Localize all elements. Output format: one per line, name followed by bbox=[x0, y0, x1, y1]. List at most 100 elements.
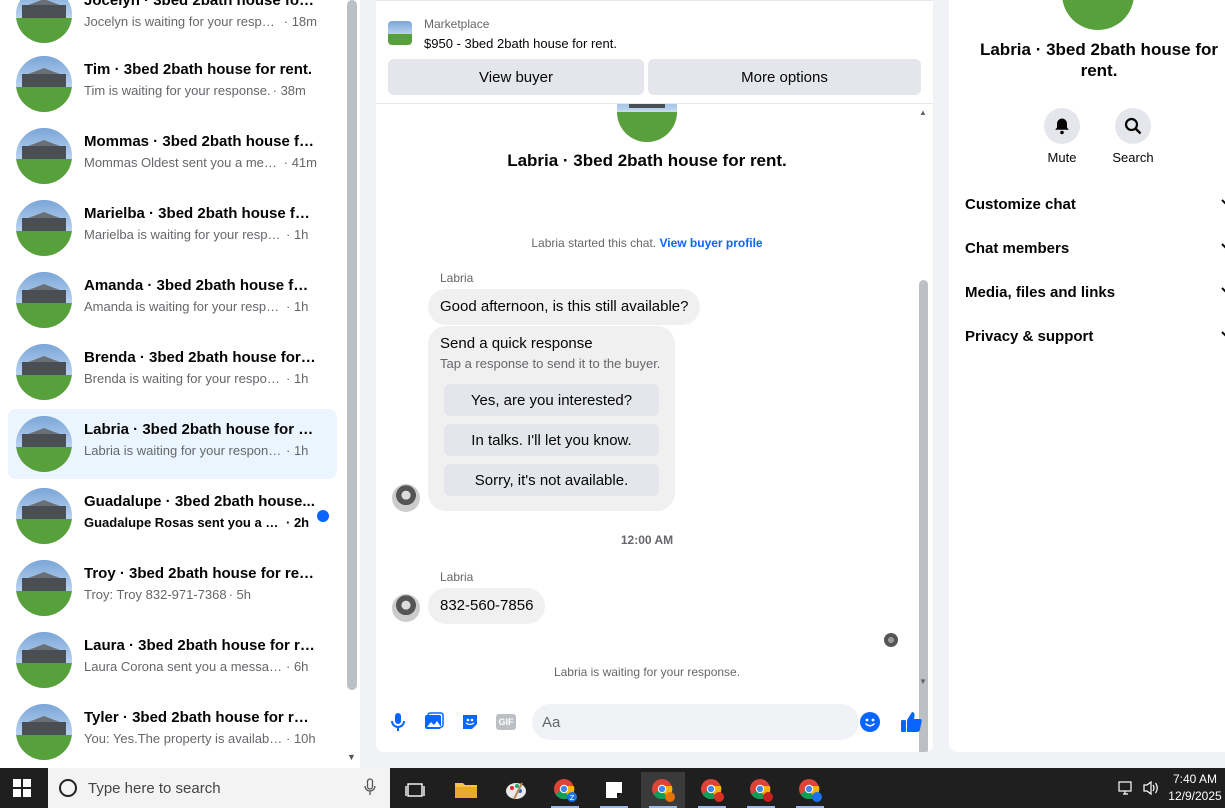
conversation-avatar bbox=[16, 632, 72, 688]
taskbar-search-box[interactable] bbox=[48, 768, 390, 808]
thumbs-up-icon[interactable] bbox=[899, 710, 923, 739]
conversation-time: · 18m bbox=[283, 14, 317, 29]
network-icon[interactable] bbox=[1118, 780, 1136, 801]
windows-taskbar: Z 7:40 AM 12/9/2025 bbox=[0, 768, 1225, 808]
photo-icon[interactable] bbox=[422, 710, 446, 734]
listing-title[interactable]: $950 - 3bed 2bath house for rent. bbox=[424, 36, 617, 51]
conversation-avatar bbox=[16, 0, 72, 43]
conversation-snippet: Jocelyn is waiting for your respon... bbox=[84, 14, 282, 29]
details-title: Labria · 3bed 2bath house for rent. bbox=[979, 40, 1219, 80]
listing-thumbnail[interactable] bbox=[388, 21, 412, 45]
conversation-time: · 1h bbox=[286, 299, 309, 314]
search-icon[interactable] bbox=[1115, 108, 1151, 144]
conversation-item[interactable]: Mommas · 3bed 2bath house fo... Mommas Ol… bbox=[8, 121, 337, 191]
conversation-item[interactable]: Troy · 3bed 2bath house for rent. Troy: T… bbox=[8, 553, 337, 623]
chat-header: Marketplace $950 - 3bed 2bath house for … bbox=[376, 0, 933, 104]
conversation-item[interactable]: Tim · 3bed 2bath house for rent. Tim is w… bbox=[8, 49, 337, 119]
scroll-down-arrow-icon[interactable]: ▼ bbox=[919, 677, 927, 686]
quick-response-not-available-button[interactable]: Sorry, it's not available. bbox=[444, 464, 659, 496]
conversation-time: · 5h bbox=[228, 587, 251, 602]
chat-started-notice: Labria started this chat. View buyer pro… bbox=[376, 236, 918, 250]
conversation-list: Jocelyn · 3bed 2bath house for r... Jocel… bbox=[0, 0, 360, 768]
conversation-avatar bbox=[16, 560, 72, 616]
media-files-links-section[interactable]: Media, files and links bbox=[965, 280, 1225, 304]
conversation-title: Brenda · 3bed 2bath house for r... bbox=[84, 349, 317, 366]
search-action[interactable]: Search bbox=[1103, 108, 1163, 165]
conversation-title: Jocelyn · 3bed 2bath house for r... bbox=[84, 0, 317, 9]
chevron-down-icon bbox=[1219, 239, 1225, 257]
gif-icon[interactable]: GIF bbox=[494, 710, 518, 734]
more-options-button[interactable]: More options bbox=[648, 59, 921, 95]
taskbar-search-input[interactable] bbox=[88, 778, 348, 798]
time-separator: 12:00 AM bbox=[620, 533, 674, 547]
chat-members-section[interactable]: Chat members bbox=[965, 236, 1225, 260]
conversation-title: Tim · 3bed 2bath house for rent. bbox=[84, 61, 313, 78]
scroll-down-arrow-icon[interactable]: ▼ bbox=[347, 752, 356, 762]
conversation-snippet: Tim is waiting for your response. bbox=[84, 83, 271, 98]
mute-action[interactable]: Mute bbox=[1032, 108, 1092, 165]
conversation-item[interactable]: Amanda · 3bed 2bath house for ... Amanda … bbox=[8, 265, 337, 335]
conversation-list-scrollbar[interactable] bbox=[347, 0, 357, 690]
conversation-time: · 1h bbox=[286, 443, 309, 458]
paint-app-icon[interactable] bbox=[494, 772, 538, 808]
windows-start-icon[interactable] bbox=[12, 778, 32, 798]
sender-avatar[interactable] bbox=[392, 594, 420, 622]
view-buyer-button[interactable]: View buyer bbox=[388, 59, 644, 95]
clock-time: 7:40 AM bbox=[1172, 772, 1218, 786]
chevron-down-icon bbox=[1219, 283, 1225, 301]
message-input[interactable] bbox=[532, 704, 859, 740]
search-label: Search bbox=[1112, 150, 1154, 165]
waiting-notice: Labria is waiting for your response. bbox=[553, 665, 741, 679]
conversation-item[interactable]: Laura · 3bed 2bath house for rent. Laura … bbox=[8, 625, 337, 695]
message-thread: Labria · 3bed 2bath house for rent. Labr… bbox=[376, 88, 933, 752]
chevron-down-icon bbox=[1219, 327, 1225, 345]
conversation-snippet: Troy: Troy 832-971-7368 bbox=[84, 587, 227, 602]
privacy-support-section[interactable]: Privacy & support bbox=[965, 324, 1225, 348]
unread-indicator bbox=[317, 510, 329, 522]
microphone-icon[interactable] bbox=[364, 778, 376, 801]
scroll-up-arrow-icon[interactable]: ▲ bbox=[919, 108, 927, 117]
conversation-title: Labria · 3bed 2bath house for re... bbox=[84, 421, 317, 438]
quick-response-in-talks-button[interactable]: In talks. I'll let you know. bbox=[444, 424, 659, 456]
view-buyer-profile-link[interactable]: View buyer profile bbox=[659, 236, 762, 250]
customize-chat-section[interactable]: Customize chat bbox=[965, 192, 1225, 216]
conversation-time: · 2h bbox=[286, 515, 310, 530]
conversation-item[interactable]: Jocelyn · 3bed 2bath house for r... Jocel… bbox=[8, 0, 337, 50]
microphone-icon[interactable] bbox=[386, 710, 410, 734]
chrome-profile-3-icon[interactable] bbox=[739, 772, 783, 808]
chat-started-text: Labria started this chat. bbox=[531, 236, 657, 250]
chat-title: Labria · 3bed 2bath house for rent. bbox=[507, 151, 787, 170]
conversation-avatar bbox=[16, 416, 72, 472]
emoji-icon[interactable] bbox=[860, 712, 880, 732]
chrome-profile-z-icon[interactable]: Z bbox=[543, 772, 587, 808]
bell-icon[interactable] bbox=[1044, 108, 1080, 144]
conversation-item[interactable]: Guadalupe · 3bed 2bath house... Guadalupe… bbox=[8, 481, 337, 551]
sender-avatar[interactable] bbox=[392, 484, 420, 512]
conversation-avatar bbox=[16, 344, 72, 400]
conversation-avatar bbox=[16, 272, 72, 328]
conversation-item[interactable]: Tyler · 3bed 2bath house for rent. You: Y… bbox=[8, 697, 337, 767]
conversation-title: Troy · 3bed 2bath house for rent. bbox=[84, 565, 317, 582]
volume-icon[interactable] bbox=[1142, 780, 1160, 801]
conversation-time: · 38m bbox=[272, 83, 306, 98]
chevron-down-icon bbox=[1219, 195, 1225, 213]
sticker-icon[interactable] bbox=[458, 710, 482, 734]
conversation-item[interactable]: Brenda · 3bed 2bath house for r... Brenda… bbox=[8, 337, 337, 407]
conversation-snippet: Labria is waiting for your response. bbox=[84, 443, 284, 458]
details-avatar bbox=[1062, 0, 1134, 30]
chrome-active-window-icon[interactable] bbox=[641, 772, 685, 808]
quick-response-yes-button[interactable]: Yes, are you interested? bbox=[444, 384, 659, 416]
conversation-snippet: Amanda is waiting for your respon... bbox=[84, 299, 284, 314]
conversation-item[interactable]: Labria · 3bed 2bath house for re... Labri… bbox=[8, 409, 337, 479]
conversation-avatar bbox=[16, 56, 72, 112]
chrome-profile-2-icon[interactable] bbox=[690, 772, 734, 808]
conversation-title: Laura · 3bed 2bath house for rent. bbox=[84, 637, 317, 654]
system-clock[interactable]: 7:40 AM 12/9/2025 bbox=[1168, 771, 1222, 805]
conversation-item[interactable]: Marielba · 3bed 2bath house for... Mariel… bbox=[8, 193, 337, 263]
marketplace-label: Marketplace bbox=[424, 17, 490, 31]
file-explorer-icon[interactable] bbox=[444, 772, 488, 808]
sender-name: Labria bbox=[440, 271, 474, 285]
chrome-profile-4-icon[interactable] bbox=[788, 772, 832, 808]
task-view-icon[interactable] bbox=[394, 772, 438, 808]
sticky-notes-icon[interactable] bbox=[592, 772, 636, 808]
